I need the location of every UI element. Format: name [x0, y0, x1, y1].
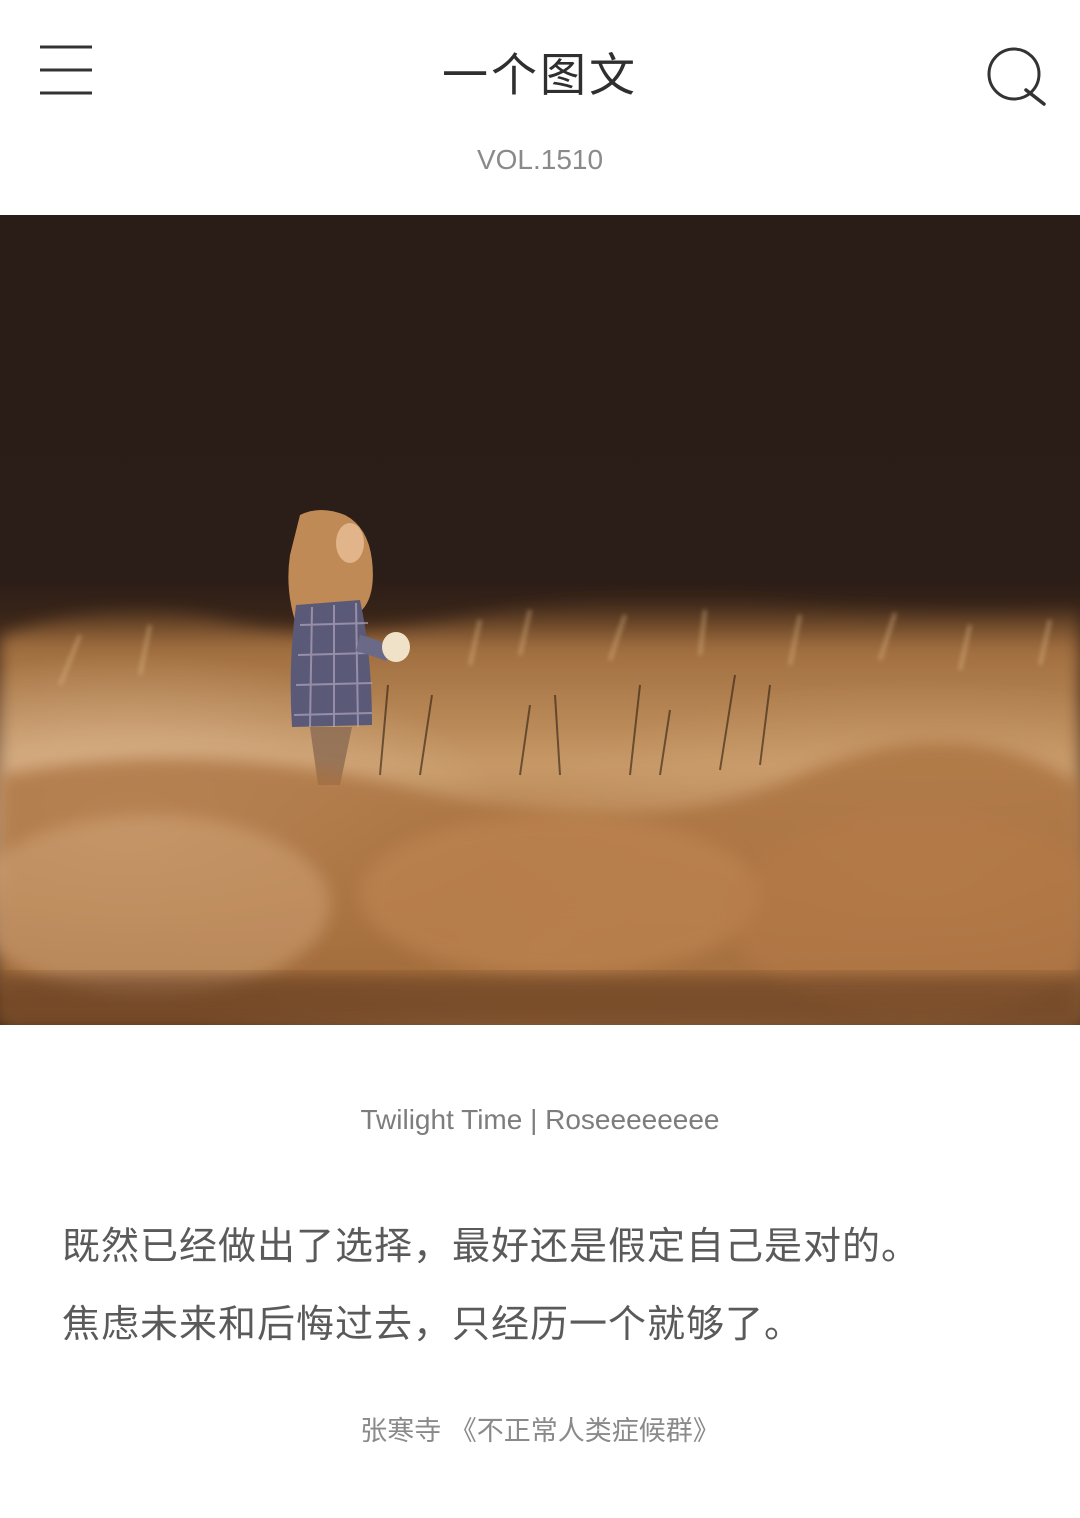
search-icon: [987, 47, 1046, 106]
photo-girl-in-field: [0, 215, 1080, 1025]
cover-photo[interactable]: [0, 215, 1080, 1025]
page-title: 一个图文: [442, 48, 638, 102]
hamburger-menu-icon: [40, 45, 92, 95]
menu-button[interactable]: [40, 44, 94, 98]
quote-text: 既然已经做出了选择，最好还是假定自己是对的。 焦虑未来和后悔过去，只经历一个就够…: [62, 1207, 1022, 1363]
quote-line: 既然已经做出了选择，最好还是假定自己是对的。: [62, 1224, 921, 1268]
photo-credit: Twilight Time | Roseeeeeeee: [360, 1104, 720, 1135]
search-button[interactable]: [984, 44, 1048, 108]
volume-number: VOL.1510: [476, 144, 604, 175]
top-bar: 一个图文: [0, 0, 1080, 150]
quote-line: 焦虑未来和后悔过去，只经历一个就够了。: [62, 1302, 804, 1346]
quote-source: 张寒寺 《不正常人类症候群》: [360, 1416, 720, 1447]
